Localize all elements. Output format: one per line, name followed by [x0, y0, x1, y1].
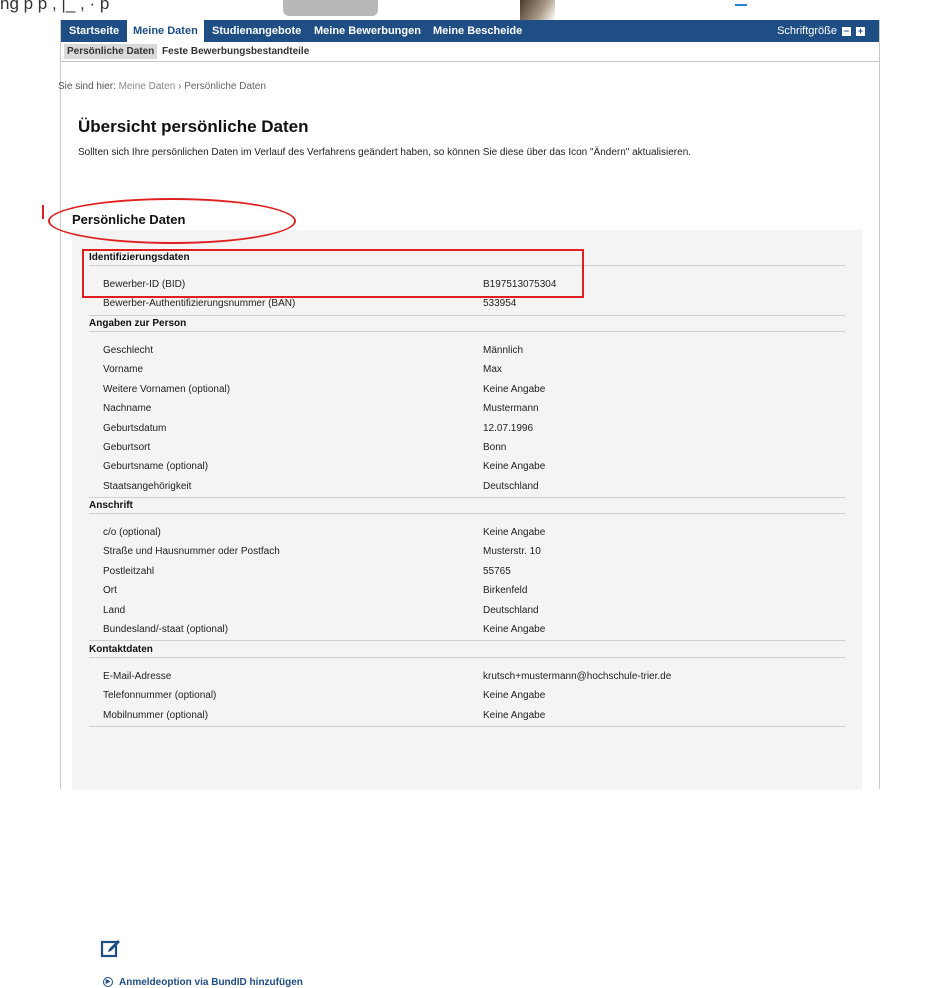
field-label: Bewerber-Authentifizierungsnummer (BAN)	[103, 298, 296, 310]
data-row: Land Deutschland	[103, 605, 845, 619]
field-value: Deutschland	[483, 480, 539, 492]
field-label: Ort	[103, 585, 117, 597]
data-row: Geburtsdatum 12.07.1996	[103, 423, 845, 437]
main-navigation: Startseite Meine Daten Studienangebote M…	[61, 20, 879, 42]
subnav-persoenliche-daten[interactable]: Persönliche Daten	[64, 44, 158, 59]
field-label: Geschlecht	[103, 345, 154, 356]
field-label: Staatsangehörigkeit	[103, 480, 192, 492]
page-title: Übersicht persönliche Daten	[78, 117, 309, 136]
breadcrumb-separator: ›	[178, 81, 182, 92]
data-row: Mobilnummer (optional) Keine Angabe	[103, 710, 845, 724]
personal-data-panel: Identifizierungsdaten Bewerber-ID (BID) B1…	[72, 230, 862, 988]
data-row: Bundesland/-staat (optional) Keine Angabe	[103, 624, 845, 638]
subnav-feste-bewerbungsbestandteile[interactable]: Feste Bewerbungsbestandteile	[162, 44, 309, 59]
breadcrumb-current: Persönliche Daten	[184, 81, 266, 92]
field-value: Mustermann	[483, 403, 539, 415]
group-heading: Kontaktdaten	[89, 644, 845, 658]
data-row: Straße und Hausnummer oder Postfach Muste…	[103, 546, 845, 560]
intro-text: Sollten sich Ihre persönlichen Daten im …	[78, 147, 692, 158]
field-label: Geburtsname (optional)	[103, 461, 209, 473]
data-row: Weitere Vornamen (optional) Keine Angabe	[103, 384, 845, 398]
data-row: Staatsangehörigkeit Deutschland	[103, 481, 845, 495]
field-value: Keine Angabe	[483, 624, 546, 635]
annotation-ellipse	[48, 198, 296, 244]
data-row: Vorname Max	[103, 364, 845, 378]
cropped-text: ng p p , |_ , · p	[0, 0, 110, 13]
group-heading: Anschrift	[89, 500, 845, 514]
field-value: Bonn	[483, 442, 507, 453]
data-row: Ort Birkenfeld	[103, 585, 845, 599]
nav-meine-bescheide[interactable]: Meine Bescheide	[433, 20, 522, 42]
annotation-rectangle	[82, 249, 584, 298]
field-value: 533954	[483, 298, 517, 310]
data-row: Geschlecht Männlich	[103, 345, 845, 359]
sub-navigation: Persönliche Daten Feste Bewerbungsbestan…	[61, 42, 879, 62]
data-row: E-Mail-Adresse krutsch+mustermann@hochsch…	[103, 671, 845, 685]
font-increase-button[interactable]: +	[856, 26, 865, 36]
bundid-link[interactable]: ▶ Anmeldeoption via BundID hinzufügen	[103, 977, 303, 988]
field-label: Telefonnummer (optional)	[103, 690, 217, 702]
field-value: Deutschland	[483, 604, 539, 616]
data-row: Postleitzahl 55765	[103, 566, 845, 580]
header-image-fragment	[283, 0, 378, 16]
nav-studienangebote[interactable]: Studienangebote	[212, 20, 301, 42]
field-label: c/o (optional)	[103, 527, 161, 538]
field-value: Birkenfeld	[483, 585, 528, 597]
page-frame: Startseite Meine Daten Studienangebote M…	[42, 20, 880, 988]
annotation-tick	[42, 205, 44, 219]
group-divider	[89, 314, 845, 316]
breadcrumb-label: Sie sind hier:	[58, 81, 116, 92]
field-value: Männlich	[483, 345, 524, 356]
field-value: Keine Angabe	[483, 461, 546, 473]
header-photo-fragment	[520, 0, 555, 20]
group-divider	[89, 640, 845, 642]
field-label: Straße und Hausnummer oder Postfach	[103, 546, 280, 558]
bundid-link-label: Anmeldeoption via BundID hinzufügen	[119, 977, 303, 988]
nav-startseite[interactable]: Startseite	[69, 20, 119, 42]
field-value: Max	[483, 364, 502, 376]
data-row: Geburtsort Bonn	[103, 442, 845, 456]
breadcrumb-meine-daten[interactable]: Meine Daten	[119, 81, 176, 92]
field-label: Bundesland/-staat (optional)	[103, 624, 229, 635]
field-value: Keine Angabe	[483, 690, 546, 702]
data-row: Geburtsname (optional) Keine Angabe	[103, 461, 845, 475]
header-link-fragment	[735, 4, 747, 6]
field-label: Vorname	[103, 364, 144, 376]
group-divider	[89, 726, 845, 728]
field-value: Keine Angabe	[483, 383, 546, 395]
nav-meine-daten[interactable]: Meine Daten	[127, 20, 204, 42]
data-row: Telefonnummer (optional) Keine Angabe	[103, 690, 845, 704]
font-decrease-button[interactable]: −	[842, 26, 851, 36]
field-value: 12.07.1996	[483, 422, 534, 434]
nav-meine-bewerbungen[interactable]: Meine Bewerbungen	[314, 20, 421, 42]
data-row: c/o (optional) Keine Angabe	[103, 527, 845, 541]
edit-icon[interactable]	[100, 937, 122, 959]
field-label: E-Mail-Adresse	[103, 671, 172, 682]
font-size-label: Schriftgröße	[777, 25, 837, 37]
field-label: Geburtsort	[103, 442, 151, 453]
top-cropped-strip: ng p p , |_ , · p	[0, 0, 945, 20]
group-heading: Angaben zur Person	[89, 318, 845, 332]
field-value: Keine Angabe	[483, 527, 546, 538]
field-label: Land	[103, 604, 126, 616]
field-label: Weitere Vornamen (optional)	[103, 383, 231, 395]
field-value: Keine Angabe	[483, 709, 546, 721]
field-value: krutsch+mustermann@hochschule-trier.de	[483, 671, 672, 682]
field-label: Geburtsdatum	[103, 422, 167, 434]
field-value: Musterstr. 10	[483, 546, 541, 558]
field-label: Nachname	[103, 403, 152, 415]
font-size-control: Schriftgröße − +	[777, 20, 865, 42]
field-label: Mobilnummer (optional)	[103, 709, 209, 721]
play-circle-icon: ▶	[103, 977, 113, 988]
field-label: Postleitzahl	[103, 565, 155, 577]
field-value: 55765	[483, 565, 511, 577]
data-row: Bewerber-Authentifizierungsnummer (BAN) 5…	[103, 298, 845, 312]
group-divider	[89, 497, 845, 499]
data-row: Nachname Mustermann	[103, 403, 845, 417]
breadcrumb: Sie sind hier: Meine Daten › Persönliche…	[58, 81, 266, 92]
